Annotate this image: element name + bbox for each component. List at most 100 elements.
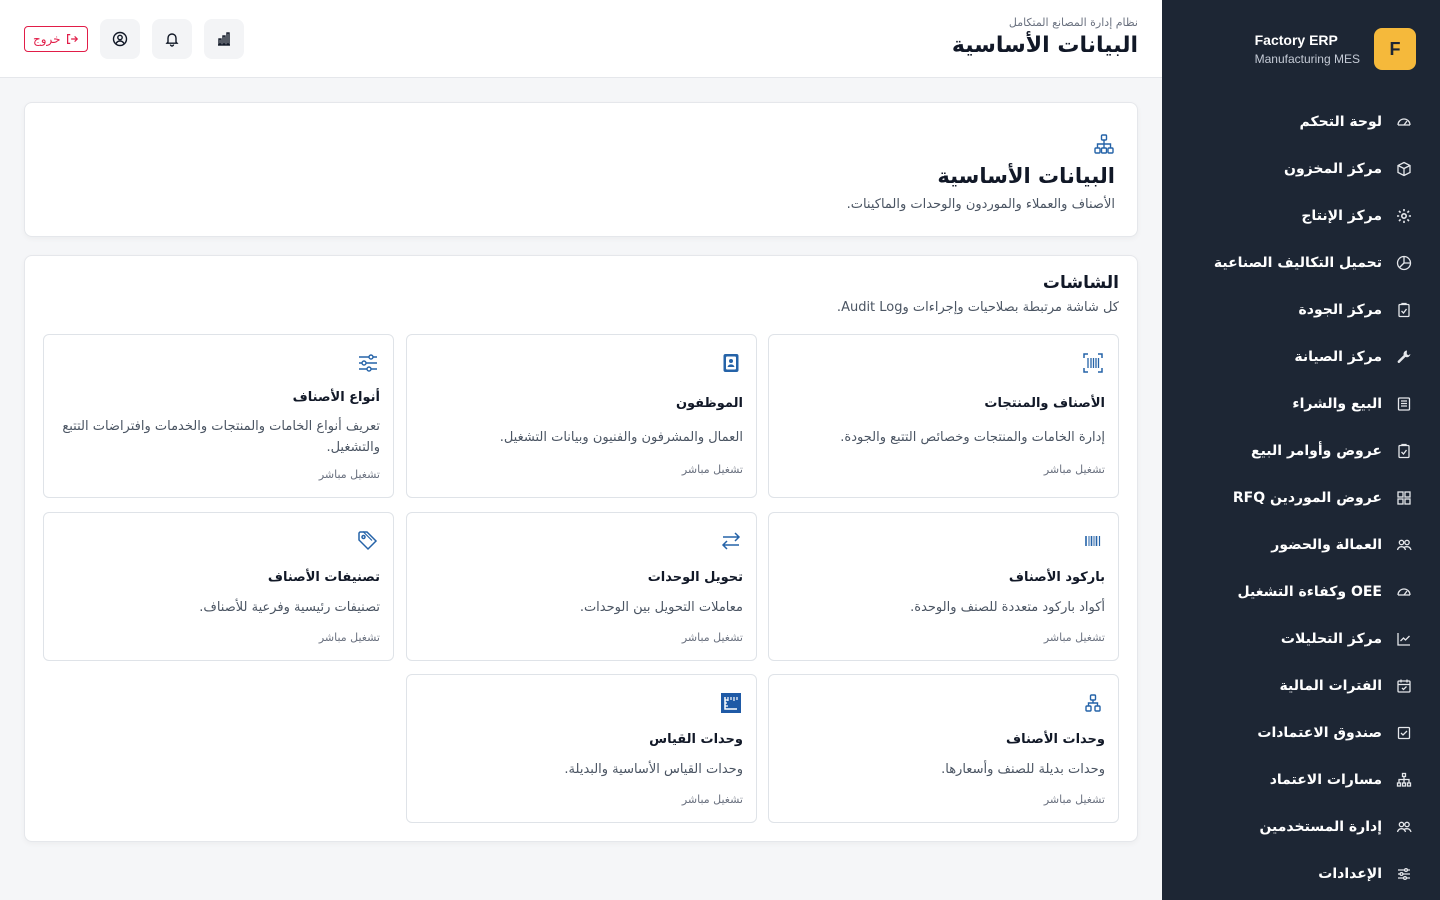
- card-description: وحدات بديلة للصنف وأسعارها.: [941, 762, 1105, 777]
- sliders-icon: [1396, 866, 1412, 882]
- id-badge-icon: [719, 351, 743, 375]
- wrench-icon: [1396, 349, 1412, 365]
- brand-subtitle: Manufacturing MES: [1254, 52, 1360, 66]
- hierarchy-icon: [1093, 133, 1115, 155]
- card-title: تصنيفات الأصناف: [267, 570, 380, 585]
- sidebar-item-label: صندوق الاعتمادات: [1257, 724, 1382, 741]
- sidebar-item[interactable]: إدارة المستخدمين: [1162, 803, 1440, 850]
- sidebar-item-label: لوحة التحكم: [1299, 113, 1382, 130]
- screen-card-item-barcodes[interactable]: باركود الأصناف أكواد باركود متعددة للصنف…: [768, 512, 1119, 661]
- card-title: الأصناف والمنتجات: [984, 396, 1105, 411]
- sidebar-item-label: إدارة المستخدمين: [1259, 818, 1382, 835]
- user-circle-icon: [112, 31, 128, 47]
- barcode-icon: [1081, 529, 1105, 553]
- check-square-icon: [1396, 725, 1412, 741]
- card-run-label: تشغيل مباشر: [681, 631, 743, 644]
- card-run-label: تشغيل مباشر: [681, 793, 743, 806]
- logout-button[interactable]: خروج: [24, 26, 88, 52]
- top-header: نظام إدارة المصانع المتكامل البيانات الأ…: [0, 0, 1162, 78]
- sidebar-item[interactable]: OEE وكفاءة التشغيل: [1162, 568, 1440, 615]
- sliders-icon: [356, 351, 380, 375]
- sidebar-item-label: OEE وكفاءة التشغيل: [1237, 583, 1382, 600]
- sidebar-item-label: مركز الإنتاج: [1301, 207, 1382, 224]
- gear-icon: [1396, 208, 1412, 224]
- screen-card-item-types[interactable]: أنواع الأصناف تعريف أنواع الخامات والمنت…: [43, 334, 394, 498]
- sidebar-item[interactable]: مركز الجودة: [1162, 286, 1440, 333]
- screen-card-item-units[interactable]: وحدات الأصناف وحدات بديلة للصنف وأسعارها…: [768, 674, 1119, 823]
- screen-card-unit-conversion[interactable]: تحويل الوحدات معاملات التحويل بين الوحدا…: [406, 512, 757, 661]
- sidebar-item-label: مركز الصيانة: [1294, 348, 1382, 365]
- card-title: أنواع الأصناف: [292, 390, 380, 405]
- card-title: الموظفون: [675, 396, 743, 411]
- card-run-label: تشغيل مباشر: [318, 631, 380, 644]
- sidebar-item[interactable]: مركز التحليلات: [1162, 615, 1440, 662]
- card-description: تعريف أنواع الخامات والمنتجات والخدمات و…: [62, 419, 380, 455]
- sidebar-item[interactable]: مركز الإنتاج: [1162, 192, 1440, 239]
- sidebar-item[interactable]: الفترات المالية: [1162, 662, 1440, 709]
- sidebar-item[interactable]: العمالة والحضور: [1162, 521, 1440, 568]
- card-run-label: تشغيل مباشر: [1043, 793, 1105, 806]
- hierarchy-icon: [1396, 772, 1412, 788]
- sidebar-item[interactable]: البيع والشراء: [1162, 380, 1440, 427]
- brand-logo: F: [1374, 28, 1416, 70]
- gauge-icon: [1396, 114, 1412, 130]
- profile-button[interactable]: [99, 19, 140, 59]
- screens-panel: الشاشات كل شاشة مرتبطة بصلاحيات وإجراءات…: [24, 255, 1138, 842]
- hero-card: البيانات الأساسية الأصناف والعملاء والمو…: [24, 102, 1138, 237]
- pie-chart-icon: [1396, 255, 1412, 271]
- card-run-label: تشغيل مباشر: [1043, 631, 1105, 644]
- sidebar-item[interactable]: مسارات الاعتماد: [1162, 756, 1440, 803]
- hero-description: الأصناف والعملاء والموردون والوحدات والم…: [846, 197, 1115, 212]
- users-icon: [1396, 819, 1412, 835]
- hero-title: البيانات الأساسية: [937, 164, 1115, 188]
- sidebar-item[interactable]: لوحة التحكم: [1162, 98, 1440, 145]
- card-run-label: تشغيل مباشر: [1043, 463, 1105, 476]
- sidebar-item-label: عروض وأوامر البيع: [1251, 442, 1382, 459]
- screen-card-measure-units[interactable]: وحدات القياس وحدات القياس الأساسية والبد…: [406, 674, 757, 823]
- brand[interactable]: F Factory ERP Manufacturing MES: [1162, 0, 1440, 98]
- sidebar-item-label: تحميل التكاليف الصناعية: [1213, 254, 1382, 271]
- sidebar-item-label: العمالة والحضور: [1271, 536, 1382, 553]
- sidebar-item-label: عروض الموردين RFQ: [1232, 489, 1382, 506]
- receipt-icon: [1396, 396, 1412, 412]
- sidebar-item[interactable]: تحميل التكاليف الصناعية: [1162, 239, 1440, 286]
- grid-icon: [1396, 490, 1412, 506]
- hierarchy-icon: [1081, 691, 1105, 715]
- notifications-button[interactable]: [151, 19, 192, 59]
- sidebar-item[interactable]: عروض الموردين RFQ: [1162, 474, 1440, 521]
- brand-name: Factory ERP: [1254, 32, 1338, 48]
- clipboard-check-icon: [1396, 443, 1412, 459]
- trend-chart-icon: [1396, 631, 1412, 647]
- sidebar-item-label: مركز التحليلات: [1280, 630, 1382, 647]
- sidebar: F Factory ERP Manufacturing MES لوحة الت…: [1162, 0, 1440, 900]
- card-run-label: تشغيل مباشر: [681, 463, 743, 476]
- screens-title: الشاشات: [1042, 273, 1119, 293]
- sidebar-item[interactable]: مركز الصيانة: [1162, 333, 1440, 380]
- card-title: باركود الأصناف: [1008, 570, 1105, 585]
- sidebar-item-label: الفترات المالية: [1279, 677, 1382, 694]
- screen-card-employees[interactable]: الموظفون العمال والمشرفون والفنيون وبيان…: [406, 334, 757, 498]
- sidebar-item-label: مركز الجودة: [1298, 301, 1382, 318]
- ruler-icon: [719, 691, 743, 715]
- analytics-button[interactable]: [203, 19, 244, 59]
- swap-arrows-icon: [719, 529, 743, 553]
- clipboard-check-icon: [1396, 302, 1412, 318]
- calendar-check-icon: [1396, 678, 1412, 694]
- screen-card-item-categories[interactable]: تصنيفات الأصناف تصنيفات رئيسية وفرعية لل…: [43, 512, 394, 661]
- sidebar-item[interactable]: عروض وأوامر البيع: [1162, 427, 1440, 474]
- sidebar-item[interactable]: صندوق الاعتمادات: [1162, 709, 1440, 756]
- card-description: العمال والمشرفون والفنيون وبيانات التشغي…: [499, 430, 743, 445]
- box-icon: [1396, 161, 1412, 177]
- card-description: تصنيفات رئيسية وفرعية للأصناف.: [199, 600, 380, 615]
- sidebar-nav: لوحة التحكم مركز المخزون مركز الإنتاج تحميل…: [1162, 98, 1440, 897]
- card-run-label: تشغيل مباشر: [318, 468, 380, 481]
- sidebar-item[interactable]: مركز المخزون: [1162, 145, 1440, 192]
- sidebar-item-label: الإعدادات: [1318, 865, 1382, 882]
- screens-description: كل شاشة مرتبطة بصلاحيات وإجراءات وAudit …: [836, 300, 1119, 315]
- screen-card-items-products[interactable]: الأصناف والمنتجات إدارة الخامات والمنتجا…: [768, 334, 1119, 498]
- barcode-scan-icon: [1081, 351, 1105, 375]
- sidebar-item[interactable]: الإعدادات: [1162, 850, 1440, 897]
- chart-icon: [216, 31, 232, 47]
- card-description: إدارة الخامات والمنتجات وخصائص التتبع وا…: [840, 430, 1105, 445]
- gauge-icon: [1396, 584, 1412, 600]
